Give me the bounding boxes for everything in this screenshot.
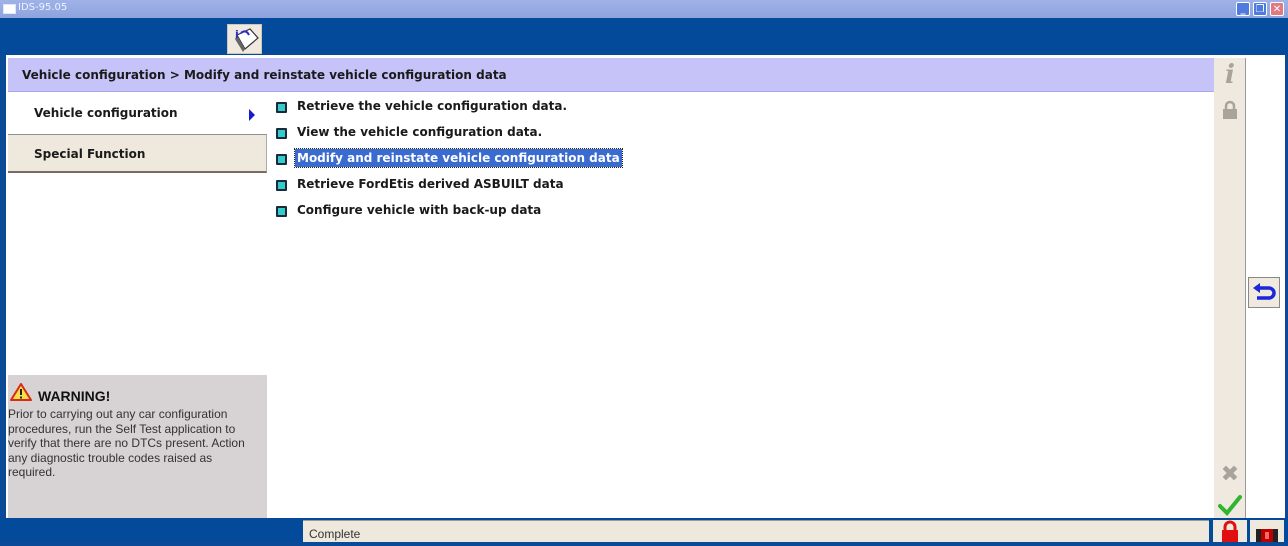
svg-text:i: i	[235, 28, 239, 41]
bullet-icon	[276, 154, 287, 165]
vehicle-interface-button[interactable]	[1250, 520, 1284, 542]
top-toolbar	[0, 18, 1288, 55]
warning-panel: WARNING! Prior to carrying out any car c…	[8, 375, 267, 518]
tab-label: Special Function	[34, 147, 146, 161]
breadcrumb-text: Vehicle configuration > Modify and reins…	[22, 68, 507, 82]
menu-item-label: Modify and reinstate vehicle configurati…	[294, 148, 623, 168]
breadcrumb: Vehicle configuration > Modify and reins…	[8, 58, 1214, 92]
title-bar: IDS-95.05 _ ❐ ✕	[0, 0, 1288, 18]
back-arrow-icon	[1253, 283, 1276, 300]
chevron-right-icon	[249, 109, 255, 121]
vci-icon	[1256, 529, 1278, 542]
bullet-icon	[276, 128, 287, 139]
window-title: IDS-95.05	[18, 2, 68, 13]
lock-icon[interactable]	[1214, 100, 1246, 124]
red-lock-icon	[1222, 520, 1238, 542]
warning-text: Prior to carrying out any car configurat…	[8, 407, 245, 479]
cancel-icon[interactable]: ✖	[1214, 462, 1246, 487]
info-icon[interactable]: i	[1214, 60, 1246, 90]
menu-item-label: Configure vehicle with back-up data	[297, 203, 542, 217]
menu-item-label: Retrieve FordEtis derived ASBUILT data	[297, 177, 564, 191]
restore-button[interactable]: ❐	[1253, 2, 1267, 16]
right-toolbar: i ✖	[1214, 58, 1246, 518]
menu-item-label: View the vehicle configuration data.	[297, 125, 543, 139]
info-book-icon: i	[235, 28, 259, 52]
confirm-check-icon[interactable]	[1214, 494, 1246, 520]
back-button[interactable]	[1248, 277, 1280, 308]
warning-icon	[10, 383, 32, 401]
tab-label: Vehicle configuration	[34, 106, 178, 120]
close-button[interactable]: ✕	[1270, 2, 1284, 16]
status-text: Complete	[309, 527, 361, 541]
bullet-icon	[276, 206, 287, 217]
connection-lock-button[interactable]	[1213, 520, 1247, 542]
warning-title: WARNING!	[38, 388, 111, 404]
tab-vehicle-configuration[interactable]: Vehicle configuration	[8, 94, 267, 133]
status-field: Complete	[303, 520, 1209, 542]
menu-item-label: Retrieve the vehicle configuration data.	[297, 99, 568, 113]
app-icon	[3, 4, 16, 14]
bullet-icon	[276, 180, 287, 191]
minimize-button[interactable]: _	[1236, 2, 1250, 16]
tab-special-function[interactable]: Special Function	[8, 134, 267, 173]
bullet-icon	[276, 102, 287, 113]
info-book-button[interactable]: i	[227, 24, 262, 54]
